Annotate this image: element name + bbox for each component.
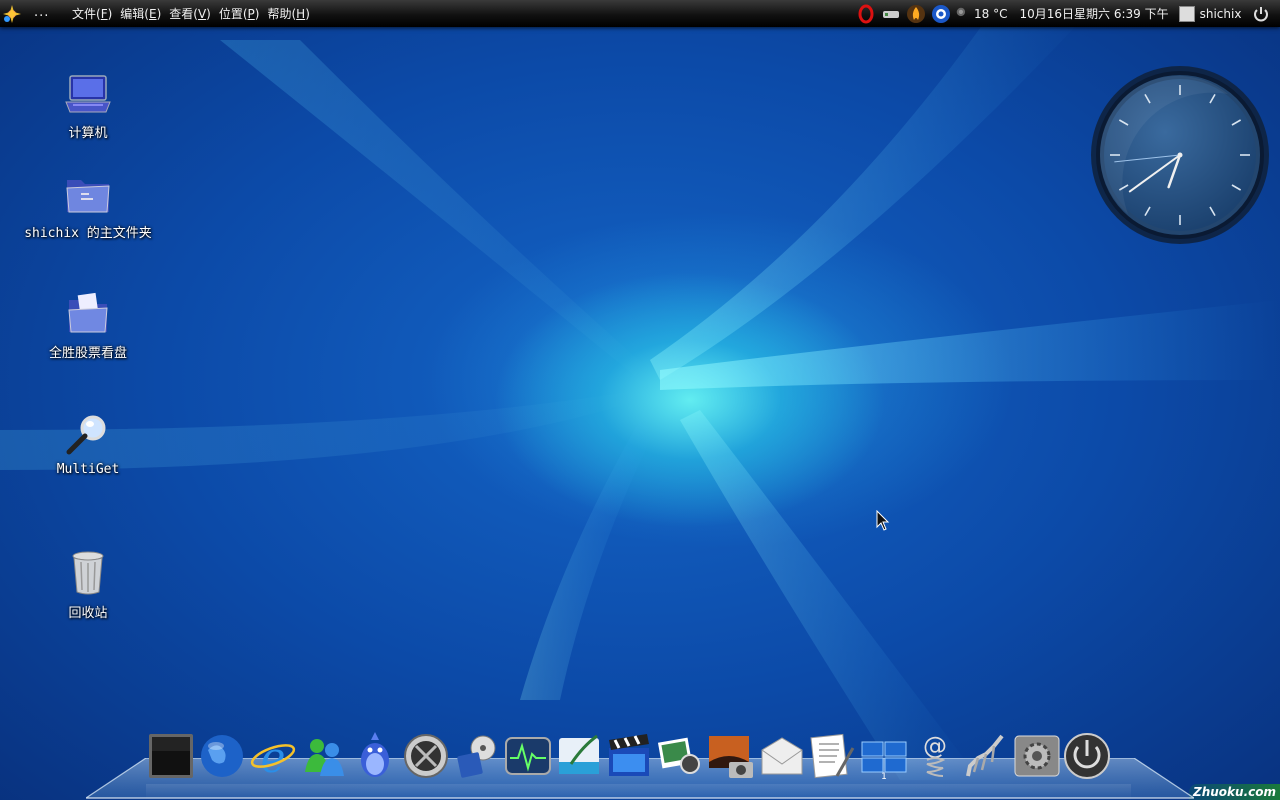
desktop-icon-computer[interactable]: 计算机 [23, 72, 153, 141]
ie-browser-icon: e [251, 733, 296, 780]
notes-icon [558, 734, 599, 774]
dock-item-photo-viewer[interactable] [655, 732, 706, 784]
dock-item-workspace-switcher[interactable]: 1 [858, 732, 909, 784]
dock-item-text-editor[interactable] [808, 732, 859, 784]
menu-help[interactable]: 帮助(H) [263, 5, 313, 22]
dock-reflection [146, 784, 1131, 800]
watermark: Zhuoku.com [1189, 784, 1280, 800]
desktop-icon-label: MultiGet [56, 462, 120, 477]
workspace-number: 1 [881, 772, 887, 780]
desktop-icon-label: shichix 的主文件夹 [24, 226, 152, 241]
menu-view[interactable]: 查看(V) [165, 5, 215, 22]
svg-text:@: @ [923, 732, 947, 760]
applications-menu-icon[interactable] [2, 4, 22, 24]
qq-penguin-icon [361, 732, 389, 777]
globe-icon [201, 735, 244, 777]
dock-item-camera[interactable] [706, 732, 757, 784]
text-editor-icon [810, 733, 855, 779]
user-checkbox-icon[interactable] [1178, 5, 1195, 22]
stock-folder-icon [68, 292, 108, 333]
menu-edit[interactable]: 编辑(E) [116, 5, 165, 22]
desktop-icon-label: 计算机 [68, 126, 108, 141]
dock: e 1 @ [146, 732, 1113, 784]
video-editor-icon [457, 735, 496, 778]
dock-item-power[interactable] [1062, 732, 1113, 784]
laptop-icon [65, 75, 111, 113]
desktop-icon-trash[interactable]: 回收站 [23, 548, 153, 621]
mouse-cursor-icon [876, 510, 890, 531]
dock-item-system-monitor[interactable] [502, 732, 553, 784]
system-monitor-icon [504, 737, 551, 775]
weather-icon [956, 7, 966, 16]
dock-item-reel[interactable] [400, 732, 451, 784]
dock-item-messenger[interactable] [299, 732, 350, 784]
clock-datetime[interactable]: 10月16日星期六 6:39 下午 [1019, 5, 1168, 22]
weather-temperature[interactable]: 18 °C [974, 7, 1007, 21]
terminal-icon [149, 734, 194, 778]
power-icon [1064, 733, 1111, 779]
dock-item-email-spring[interactable]: @ [909, 732, 960, 784]
dock-item-settings[interactable] [1011, 732, 1062, 784]
user-menu[interactable]: shichix [1200, 7, 1242, 21]
dock-item-terminal[interactable] [146, 732, 197, 784]
desktop-icon-label: 回收站 [68, 606, 108, 621]
mail-icon [761, 737, 803, 775]
fire-icon[interactable] [906, 4, 926, 24]
desktop-icon-home-folder[interactable]: shichix 的主文件夹 [23, 172, 153, 241]
clapperboard-icon [609, 734, 650, 776]
desktop-icon-label: 全胜股票看盘 [48, 346, 127, 361]
desktop-icon-stock-app[interactable]: 全胜股票看盘 [23, 292, 153, 361]
opera-icon[interactable] [856, 4, 876, 24]
dock-item-ie[interactable]: e [248, 732, 299, 784]
dock-item-video-editor[interactable] [451, 732, 502, 784]
desktop-icon-multiget[interactable]: MultiGet [23, 412, 153, 477]
dock-item-notes[interactable] [553, 732, 604, 784]
main-menu: 文件(F) 编辑(E) 查看(V) 位置(P) 帮助(H) [68, 0, 314, 27]
camera-icon [709, 736, 754, 778]
svg-text:e: e [261, 733, 286, 780]
dock-item-qq[interactable] [350, 732, 401, 784]
menu-file[interactable]: 文件(F) [68, 5, 116, 22]
network-icon[interactable] [881, 4, 901, 24]
home-folder-icon [66, 180, 110, 213]
dock-item-robot-arm[interactable] [960, 732, 1011, 784]
film-reel-icon [403, 734, 448, 778]
shield-icon[interactable] [931, 4, 951, 24]
dock-item-mail[interactable] [757, 732, 808, 784]
system-tray: 18 °C 10月16日星期六 6:39 下午 shichix [856, 0, 1271, 27]
magnifier-icon [66, 415, 106, 455]
top-panel: ... 文件(F) 编辑(E) 查看(V) 位置(P) 帮助(H) 18 °C … [0, 0, 1280, 27]
email-spring-icon: @ [923, 732, 947, 777]
robot-arm-icon [965, 734, 1004, 777]
dock-item-clapperboard[interactable] [604, 732, 655, 784]
settings-icon [1014, 735, 1060, 777]
trash-icon [72, 551, 104, 595]
workspace-switcher-icon: 1 [861, 741, 907, 780]
analog-clock-widget[interactable] [1088, 64, 1272, 246]
menu-places[interactable]: 位置(P) [215, 5, 264, 22]
messenger-icon [305, 739, 345, 776]
dock-item-browser[interactable] [197, 732, 248, 784]
overflow-menu[interactable]: ... [34, 5, 49, 20]
photo-viewer-icon [658, 737, 701, 774]
shutdown-icon[interactable] [1251, 4, 1271, 24]
